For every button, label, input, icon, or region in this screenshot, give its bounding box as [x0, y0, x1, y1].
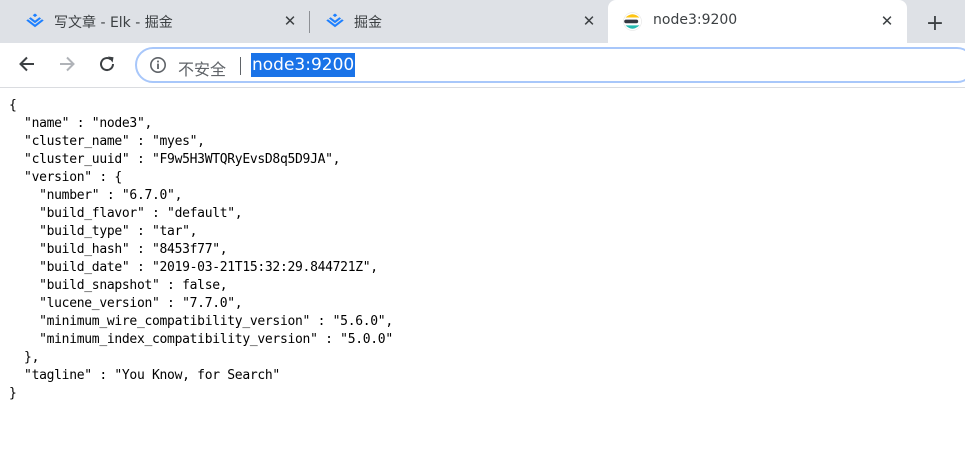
json-response: { "name" : "node3", "cluster_name" : "my… [9, 98, 393, 401]
reload-icon [97, 54, 117, 78]
url-text[interactable]: node3:9200 [251, 53, 356, 77]
juejin-icon [325, 12, 345, 34]
forward-arrow-icon [57, 54, 77, 78]
tab-strip: 写文章 - Elk - 掘金 ✕ 掘金 ✕ node3:9200 ✕ + [0, 0, 965, 43]
address-divider [240, 57, 241, 75]
close-tab-icon[interactable]: ✕ [280, 11, 300, 31]
tab-juejin[interactable]: 掘金 ✕ [310, 0, 608, 43]
tab-juejin-write-article[interactable]: 写文章 - Elk - 掘金 ✕ [0, 0, 308, 43]
reload-button[interactable] [94, 53, 120, 79]
back-button[interactable] [14, 53, 40, 79]
info-icon[interactable] [149, 56, 167, 74]
elasticsearch-icon [623, 12, 642, 35]
new-tab-button[interactable]: + [922, 10, 948, 36]
tab-title: node3:9200 [653, 12, 738, 28]
page-content: { "name" : "node3", "cluster_name" : "my… [9, 97, 959, 457]
back-arrow-icon [17, 54, 37, 78]
security-status-text[interactable]: 不安全 [178, 56, 226, 80]
tab-node3-active[interactable]: node3:9200 ✕ [608, 0, 907, 43]
tab-title: 掘金 [354, 15, 382, 31]
address-bar[interactable]: 不安全 node3:9200 [135, 47, 965, 83]
close-tab-icon[interactable]: ✕ [579, 11, 599, 31]
juejin-icon [25, 12, 45, 34]
close-tab-icon[interactable]: ✕ [877, 11, 897, 31]
forward-button[interactable] [54, 53, 80, 79]
browser-toolbar: 不安全 node3:9200 [0, 43, 965, 88]
tab-title: 写文章 - Elk - 掘金 [54, 15, 173, 31]
